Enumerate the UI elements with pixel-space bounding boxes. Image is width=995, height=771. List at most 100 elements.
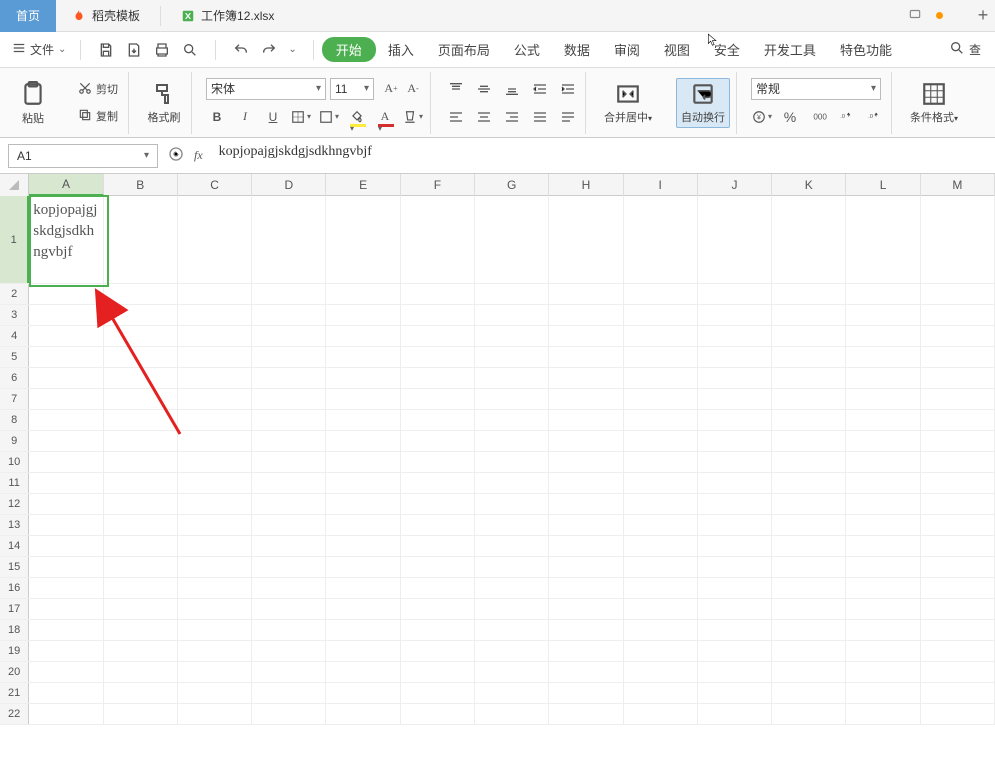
cell[interactable] xyxy=(624,662,698,682)
cell[interactable] xyxy=(104,410,178,430)
column-header[interactable]: D xyxy=(252,174,326,196)
ribbon-tab-features[interactable]: 特色功能 xyxy=(828,36,904,63)
cell[interactable] xyxy=(772,494,846,514)
row-header[interactable]: 14 xyxy=(0,536,29,556)
cell[interactable] xyxy=(29,347,103,367)
cell[interactable] xyxy=(401,326,475,346)
cell[interactable] xyxy=(846,515,920,535)
cell[interactable] xyxy=(921,196,995,283)
cell[interactable] xyxy=(104,620,178,640)
cell[interactable] xyxy=(104,599,178,619)
cell[interactable] xyxy=(846,662,920,682)
cell[interactable] xyxy=(549,662,623,682)
cell[interactable] xyxy=(846,305,920,325)
cell[interactable] xyxy=(178,473,252,493)
cell[interactable] xyxy=(104,683,178,703)
row-header[interactable]: 2 xyxy=(0,284,29,304)
cell[interactable] xyxy=(698,704,772,724)
tab-home[interactable]: 首页 xyxy=(0,0,56,32)
row-header[interactable]: 16 xyxy=(0,578,29,598)
cell[interactable] xyxy=(475,410,549,430)
cell[interactable] xyxy=(475,578,549,598)
cell[interactable] xyxy=(29,284,103,304)
cell[interactable] xyxy=(178,452,252,472)
cell[interactable] xyxy=(921,536,995,556)
justify-button[interactable] xyxy=(529,106,551,128)
cell[interactable] xyxy=(326,536,400,556)
cell[interactable] xyxy=(29,389,103,409)
paste-button[interactable]: 粘贴 xyxy=(12,78,54,128)
cell[interactable] xyxy=(252,326,326,346)
cell[interactable] xyxy=(178,557,252,577)
cell[interactable] xyxy=(772,473,846,493)
ribbon-tab-insert[interactable]: 插入 xyxy=(376,36,426,63)
cell[interactable] xyxy=(772,347,846,367)
cell[interactable] xyxy=(549,473,623,493)
cell[interactable]: kopjopajgjskdgjsdkhngvbjf xyxy=(29,196,103,283)
font-color-button[interactable]: A xyxy=(374,106,396,128)
font-size-combo[interactable]: 11 ▾ xyxy=(330,78,374,100)
cell[interactable] xyxy=(624,452,698,472)
cell[interactable] xyxy=(475,704,549,724)
cell[interactable] xyxy=(178,347,252,367)
cell[interactable] xyxy=(846,704,920,724)
cell[interactable] xyxy=(624,410,698,430)
cell[interactable] xyxy=(326,196,400,283)
cell[interactable] xyxy=(921,347,995,367)
cell[interactable] xyxy=(921,431,995,451)
cell[interactable] xyxy=(772,620,846,640)
cell[interactable] xyxy=(252,557,326,577)
cell[interactable] xyxy=(475,641,549,661)
cell[interactable] xyxy=(921,284,995,304)
cell[interactable] xyxy=(772,452,846,472)
cell[interactable] xyxy=(921,641,995,661)
cell[interactable] xyxy=(104,284,178,304)
cell[interactable] xyxy=(624,683,698,703)
column-header[interactable]: K xyxy=(772,174,846,196)
cell[interactable] xyxy=(624,599,698,619)
cell[interactable] xyxy=(698,284,772,304)
cell[interactable] xyxy=(104,515,178,535)
cell[interactable] xyxy=(475,284,549,304)
cell[interactable] xyxy=(846,683,920,703)
chevron-down-icon[interactable]: ⌄ xyxy=(288,44,296,55)
column-header[interactable]: I xyxy=(624,174,698,196)
cell[interactable] xyxy=(29,410,103,430)
cell[interactable] xyxy=(104,473,178,493)
cell[interactable] xyxy=(252,641,326,661)
search-button[interactable]: 查 xyxy=(941,40,989,59)
cell[interactable] xyxy=(252,389,326,409)
cell[interactable] xyxy=(178,196,252,283)
cell[interactable] xyxy=(401,515,475,535)
cell[interactable] xyxy=(846,431,920,451)
cell[interactable] xyxy=(549,410,623,430)
cell[interactable] xyxy=(326,326,400,346)
cell[interactable] xyxy=(401,284,475,304)
cell[interactable] xyxy=(772,578,846,598)
redo-icon[interactable] xyxy=(260,41,278,59)
cell[interactable] xyxy=(326,704,400,724)
row-header[interactable]: 19 xyxy=(0,641,29,661)
cell[interactable] xyxy=(624,494,698,514)
cell[interactable] xyxy=(624,536,698,556)
cell[interactable] xyxy=(475,473,549,493)
cell[interactable] xyxy=(549,683,623,703)
cell[interactable] xyxy=(921,410,995,430)
cell[interactable] xyxy=(401,410,475,430)
cell[interactable] xyxy=(104,536,178,556)
cell[interactable] xyxy=(326,599,400,619)
tab-workbook[interactable]: 工作簿12.xlsx xyxy=(165,0,290,32)
cell[interactable] xyxy=(178,431,252,451)
cell[interactable] xyxy=(326,494,400,514)
increase-indent-button[interactable] xyxy=(557,78,579,100)
window-mode-icon[interactable] xyxy=(908,7,922,24)
cell[interactable] xyxy=(104,704,178,724)
row-header[interactable]: 15 xyxy=(0,557,29,577)
cell[interactable] xyxy=(921,473,995,493)
cell[interactable] xyxy=(326,683,400,703)
cell[interactable] xyxy=(698,368,772,388)
cell[interactable] xyxy=(29,368,103,388)
cell[interactable] xyxy=(772,683,846,703)
cell[interactable] xyxy=(104,326,178,346)
cell[interactable] xyxy=(252,662,326,682)
